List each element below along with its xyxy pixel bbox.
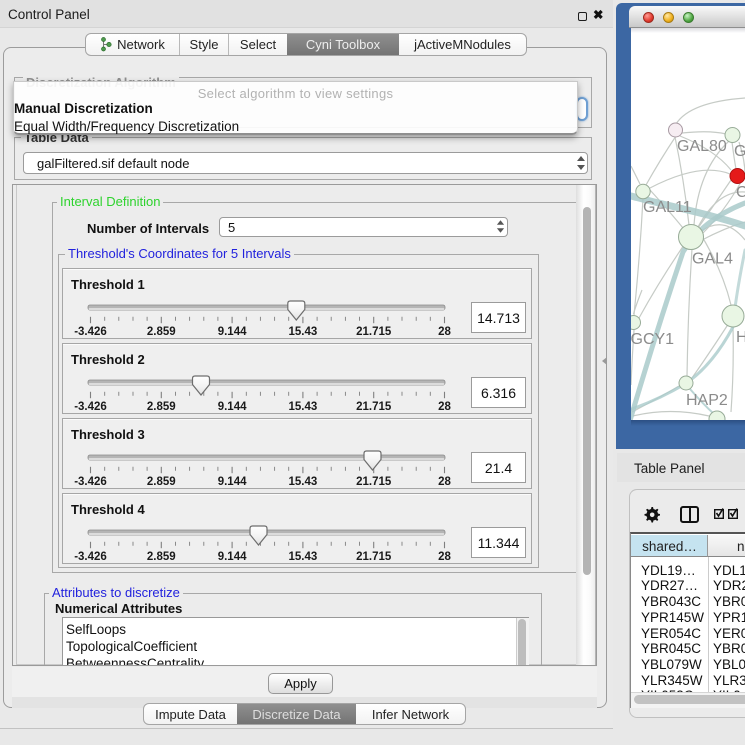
svg-text:15.43: 15.43	[289, 476, 318, 488]
svg-text:2.859: 2.859	[147, 326, 176, 338]
svg-text:2.859: 2.859	[147, 551, 176, 563]
svg-text:-3.426: -3.426	[74, 326, 107, 338]
svg-text:28: 28	[438, 326, 451, 338]
svg-text:15.43: 15.43	[289, 401, 318, 413]
svg-text:-3.426: -3.426	[74, 401, 107, 413]
svg-text:2.859: 2.859	[147, 476, 176, 488]
svg-text:HAP2: HAP2	[686, 392, 728, 409]
svg-text:9.144: 9.144	[218, 551, 247, 563]
svg-text:28: 28	[438, 476, 451, 488]
svg-text:9.144: 9.144	[218, 476, 247, 488]
svg-text:15.43: 15.43	[289, 551, 318, 563]
svg-text:21.715: 21.715	[356, 476, 392, 488]
svg-text:HA: HA	[736, 329, 745, 346]
svg-text:9.144: 9.144	[218, 401, 247, 413]
svg-text:-3.426: -3.426	[74, 476, 107, 488]
svg-text:9.144: 9.144	[218, 326, 247, 338]
svg-text:-3.426: -3.426	[74, 551, 107, 563]
svg-text:21.715: 21.715	[356, 551, 392, 563]
svg-text:21.715: 21.715	[356, 326, 392, 338]
svg-text:28: 28	[438, 551, 451, 563]
svg-text:GAL11: GAL11	[643, 199, 692, 216]
svg-text:2.859: 2.859	[147, 401, 176, 413]
svg-text:28: 28	[438, 401, 451, 413]
svg-text:GAL80: GAL80	[677, 138, 727, 155]
svg-text:GAL4: GAL4	[692, 251, 733, 268]
svg-text:CY: CY	[736, 184, 745, 201]
svg-text:GA: GA	[734, 143, 745, 160]
svg-text:21.715: 21.715	[356, 401, 392, 413]
svg-text:GCY1: GCY1	[631, 331, 674, 348]
svg-text:15.43: 15.43	[289, 326, 318, 338]
